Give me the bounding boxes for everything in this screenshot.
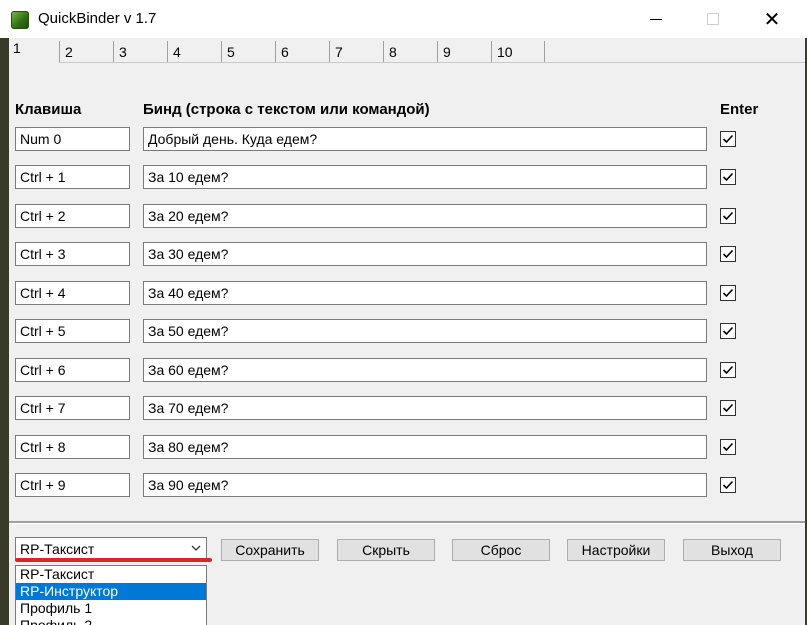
key-input-7[interactable]: Ctrl + 6 [15, 358, 130, 382]
key-input-10[interactable]: Ctrl + 9 [15, 473, 130, 497]
bind-input-6[interactable]: За 50 едем? [143, 319, 707, 343]
key-input-5[interactable]: Ctrl + 4 [15, 281, 130, 305]
tab-9[interactable]: 9 [437, 41, 491, 63]
checkmark-icon [722, 211, 734, 221]
checkmark-icon [722, 134, 734, 144]
profile-select-value: RP-Таксист [20, 541, 95, 557]
checkmark-icon [722, 249, 734, 259]
hide-button[interactable]: Скрыть [337, 539, 435, 561]
profile-option-highlighted[interactable]: RP-Инструктор [16, 583, 206, 600]
tab-strip: 1 2 3 4 5 6 7 8 9 10 [9, 38, 805, 64]
tab-8[interactable]: 8 [383, 41, 437, 63]
exit-button[interactable]: Выход [683, 539, 781, 561]
enter-checkbox-7[interactable] [720, 362, 736, 378]
checkmark-icon [722, 326, 734, 336]
tab-10[interactable]: 10 [491, 41, 545, 63]
title-bar[interactable]: QuickBinder v 1.7 ✕ [0, 0, 807, 38]
tab-divider [59, 62, 805, 63]
minimize-button[interactable] [633, 0, 679, 38]
close-icon: ✕ [763, 8, 781, 31]
checkmark-icon [722, 403, 734, 413]
enter-checkbox-9[interactable] [720, 439, 736, 455]
key-input-3[interactable]: Ctrl + 2 [15, 204, 130, 228]
key-column-header: Клавиша [15, 101, 82, 118]
tab-3[interactable]: 3 [113, 41, 167, 63]
tab-5[interactable]: 5 [221, 41, 275, 63]
chevron-down-icon [191, 545, 201, 551]
checkmark-icon [722, 365, 734, 375]
bottom-separator-highlight [9, 523, 805, 524]
window-title: QuickBinder v 1.7 [38, 10, 157, 27]
checkmark-icon [722, 172, 734, 182]
profile-dropdown-list: RP-Таксист RP-Инструктор Профиль 1 Профи… [15, 565, 207, 625]
enter-checkbox-10[interactable] [720, 477, 736, 493]
enter-column-header: Enter [720, 101, 759, 118]
checkmark-icon [722, 288, 734, 298]
profile-option[interactable]: RP-Таксист [16, 566, 206, 583]
bind-input-10[interactable]: За 90 едем? [143, 473, 707, 497]
reset-button[interactable]: Сброс [452, 539, 550, 561]
bind-input-5[interactable]: За 40 едем? [143, 281, 707, 305]
checkmark-icon [722, 442, 734, 452]
window-frame-left [0, 38, 9, 625]
minimize-icon [650, 18, 662, 20]
close-button[interactable]: ✕ [749, 0, 795, 38]
key-input-4[interactable]: Ctrl + 3 [15, 242, 130, 266]
key-input-9[interactable]: Ctrl + 8 [15, 435, 130, 459]
enter-checkbox-6[interactable] [720, 323, 736, 339]
tab-6[interactable]: 6 [275, 41, 329, 63]
bind-input-3[interactable]: За 20 едем? [143, 204, 707, 228]
key-input-8[interactable]: Ctrl + 7 [15, 396, 130, 420]
enter-checkbox-8[interactable] [720, 400, 736, 416]
profile-option[interactable]: Профиль 2 [16, 617, 206, 625]
maximize-icon [707, 13, 719, 25]
key-input-6[interactable]: Ctrl + 5 [15, 319, 130, 343]
enter-checkbox-4[interactable] [720, 246, 736, 262]
annotation-underline [15, 558, 212, 562]
bind-input-8[interactable]: За 70 едем? [143, 396, 707, 420]
tab-2[interactable]: 2 [59, 41, 113, 63]
key-input-1[interactable]: Num 0 [15, 127, 130, 151]
bind-input-2[interactable]: За 10 едем? [143, 165, 707, 189]
settings-button[interactable]: Настройки [567, 539, 665, 561]
checkmark-icon [722, 480, 734, 490]
bind-input-7[interactable]: За 60 едем? [143, 358, 707, 382]
tab-4[interactable]: 4 [167, 41, 221, 63]
bind-input-1[interactable]: Добрый день. Куда едем? [143, 127, 707, 151]
app-icon [11, 11, 29, 29]
save-button[interactable]: Сохранить [221, 539, 319, 561]
profile-option[interactable]: Профиль 1 [16, 600, 206, 617]
bind-column-header: Бинд (строка с текстом или командой) [143, 101, 430, 118]
tab-7[interactable]: 7 [329, 41, 383, 63]
enter-checkbox-1[interactable] [720, 131, 736, 147]
bind-input-9[interactable]: За 80 едем? [143, 435, 707, 459]
enter-checkbox-5[interactable] [720, 285, 736, 301]
tab-1[interactable]: 1 [9, 38, 59, 64]
maximize-button[interactable] [690, 0, 736, 38]
enter-checkbox-3[interactable] [720, 208, 736, 224]
key-input-2[interactable]: Ctrl + 1 [15, 165, 130, 189]
enter-checkbox-2[interactable] [720, 169, 736, 185]
bind-input-4[interactable]: За 30 едем? [143, 242, 707, 266]
